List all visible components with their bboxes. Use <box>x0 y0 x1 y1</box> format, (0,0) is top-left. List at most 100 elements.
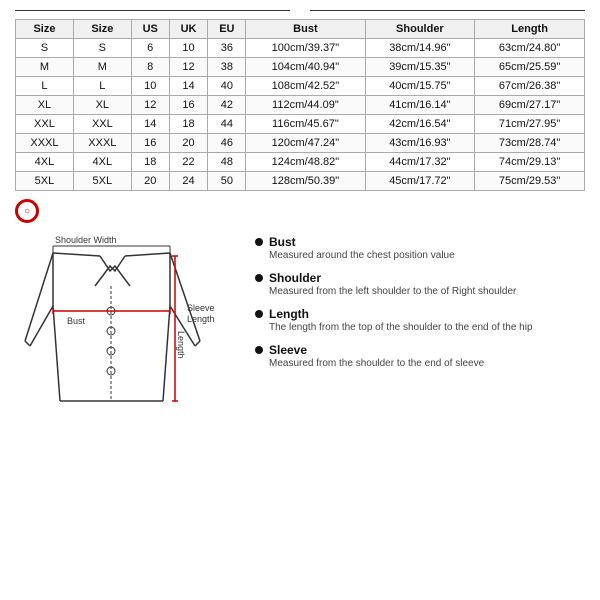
measure-label: Sleeve <box>269 343 484 357</box>
bullet-dot <box>255 274 263 282</box>
table-row: XXLXXL141844116cm/45.67"42cm/16.54"71cm/… <box>16 115 585 134</box>
table-header-cell: Bust <box>246 20 365 39</box>
table-cell: 108cm/42.52" <box>246 77 365 96</box>
table-cell: 120cm/47.24" <box>246 134 365 153</box>
table-cell: 10 <box>169 39 208 58</box>
table-header-cell: Shoulder <box>365 20 475 39</box>
table-cell: 44cm/17.32" <box>365 153 475 172</box>
table-cell: 44 <box>208 115 246 134</box>
table-cell: 20 <box>169 134 208 153</box>
svg-text:Sleeve: Sleeve <box>187 303 215 313</box>
table-cell: 43cm/16.93" <box>365 134 475 153</box>
table-cell: 24 <box>169 172 208 191</box>
table-cell: 39cm/15.35" <box>365 58 475 77</box>
svg-text:Bust: Bust <box>67 316 86 326</box>
table-cell: 42cm/16.54" <box>365 115 475 134</box>
title-section <box>15 10 585 11</box>
circle-icon: ○ <box>15 199 39 223</box>
table-cell: 128cm/50.39" <box>246 172 365 191</box>
table-cell: S <box>16 39 74 58</box>
table-cell: 6 <box>131 39 169 58</box>
table-cell: 100cm/39.37" <box>246 39 365 58</box>
diagram-svg: Shoulder Width <box>15 231 245 431</box>
svg-text:Length: Length <box>187 314 215 324</box>
table-cell: 40 <box>208 77 246 96</box>
table-row: MM81238104cm/40.94"39cm/15.35"65cm/25.59… <box>16 58 585 77</box>
table-row: 5XL5XL202450128cm/50.39"45cm/17.72"75cm/… <box>16 172 585 191</box>
table-cell: 67cm/26.38" <box>475 77 585 96</box>
bullet-dot <box>255 310 263 318</box>
measure-text: BustMeasured around the chest position v… <box>269 235 455 263</box>
table-cell: 18 <box>131 153 169 172</box>
measure-desc: Measured around the chest position value <box>269 249 455 263</box>
table-cell: 41cm/16.14" <box>365 96 475 115</box>
table-cell: 38 <box>208 58 246 77</box>
table-row: 4XL4XL182248124cm/48.82"44cm/17.32"74cm/… <box>16 153 585 172</box>
table-cell: 16 <box>131 134 169 153</box>
measure-text: LengthThe length from the top of the sho… <box>269 307 533 335</box>
diagram-area: Shoulder Width <box>15 231 245 434</box>
bullet-dot <box>255 346 263 354</box>
bullet-dot <box>255 238 263 246</box>
table-cell: 8 <box>131 58 169 77</box>
table-cell: 5XL <box>73 172 131 191</box>
table-cell: 5XL <box>16 172 74 191</box>
svg-text:Shoulder Width: Shoulder Width <box>55 235 117 245</box>
measure-label: Bust <box>269 235 455 249</box>
table-cell: M <box>16 58 74 77</box>
table-cell: 73cm/28.74" <box>475 134 585 153</box>
table-row: XLXL121642112cm/44.09"41cm/16.14"69cm/27… <box>16 96 585 115</box>
measure-item: BustMeasured around the chest position v… <box>255 235 585 263</box>
table-cell: XXXL <box>73 134 131 153</box>
table-cell: 36 <box>208 39 246 58</box>
measure-item: LengthThe length from the top of the sho… <box>255 307 585 335</box>
table-cell: L <box>16 77 74 96</box>
measure-label: Length <box>269 307 533 321</box>
table-row: LL101440108cm/42.52"40cm/15.75"67cm/26.3… <box>16 77 585 96</box>
lower-section: Shoulder Width <box>15 231 585 434</box>
table-cell: 14 <box>131 115 169 134</box>
table-header-cell: US <box>131 20 169 39</box>
title-line-left <box>15 10 290 11</box>
table-cell: 12 <box>169 58 208 77</box>
table-cell: 16 <box>169 96 208 115</box>
table-cell: 4XL <box>73 153 131 172</box>
table-cell: 63cm/24.80" <box>475 39 585 58</box>
measure-label: Shoulder <box>269 271 516 285</box>
table-cell: 69cm/27.17" <box>475 96 585 115</box>
table-cell: L <box>73 77 131 96</box>
table-cell: 12 <box>131 96 169 115</box>
table-cell: 46 <box>208 134 246 153</box>
measure-text: ShoulderMeasured from the left shoulder … <box>269 271 516 299</box>
table-header-row: SizeSizeUSUKEUBustShoulderLength <box>16 20 585 39</box>
table-cell: 14 <box>169 77 208 96</box>
table-header-cell: Size <box>16 20 74 39</box>
measure-list: BustMeasured around the chest position v… <box>255 231 585 434</box>
measure-desc: Measured from the shoulder to the end of… <box>269 357 484 371</box>
table-row: SS61036100cm/39.37"38cm/14.96"63cm/24.80… <box>16 39 585 58</box>
table-cell: XL <box>16 96 74 115</box>
table-cell: M <box>73 58 131 77</box>
measure-item: SleeveMeasured from the shoulder to the … <box>255 343 585 371</box>
measure-item: ShoulderMeasured from the left shoulder … <box>255 271 585 299</box>
svg-text:Length: Length <box>176 331 186 359</box>
table-cell: 75cm/29.53" <box>475 172 585 191</box>
table-header-cell: UK <box>169 20 208 39</box>
table-header-cell: Length <box>475 20 585 39</box>
table-cell: 22 <box>169 153 208 172</box>
table-cell: XXL <box>16 115 74 134</box>
table-cell: 45cm/17.72" <box>365 172 475 191</box>
table-cell: 40cm/15.75" <box>365 77 475 96</box>
table-cell: 20 <box>131 172 169 191</box>
measure-text: SleeveMeasured from the shoulder to the … <box>269 343 484 371</box>
size-table: SizeSizeUSUKEUBustShoulderLength SS61036… <box>15 19 585 191</box>
table-cell: 48 <box>208 153 246 172</box>
table-cell: 112cm/44.09" <box>246 96 365 115</box>
table-cell: 71cm/27.95" <box>475 115 585 134</box>
table-cell: XXXL <box>16 134 74 153</box>
table-cell: 116cm/45.67" <box>246 115 365 134</box>
table-row: XXXLXXXL162046120cm/47.24"43cm/16.93"73c… <box>16 134 585 153</box>
how-to-measure-section: ○ <box>15 199 585 223</box>
table-cell: 42 <box>208 96 246 115</box>
table-cell: 65cm/25.59" <box>475 58 585 77</box>
